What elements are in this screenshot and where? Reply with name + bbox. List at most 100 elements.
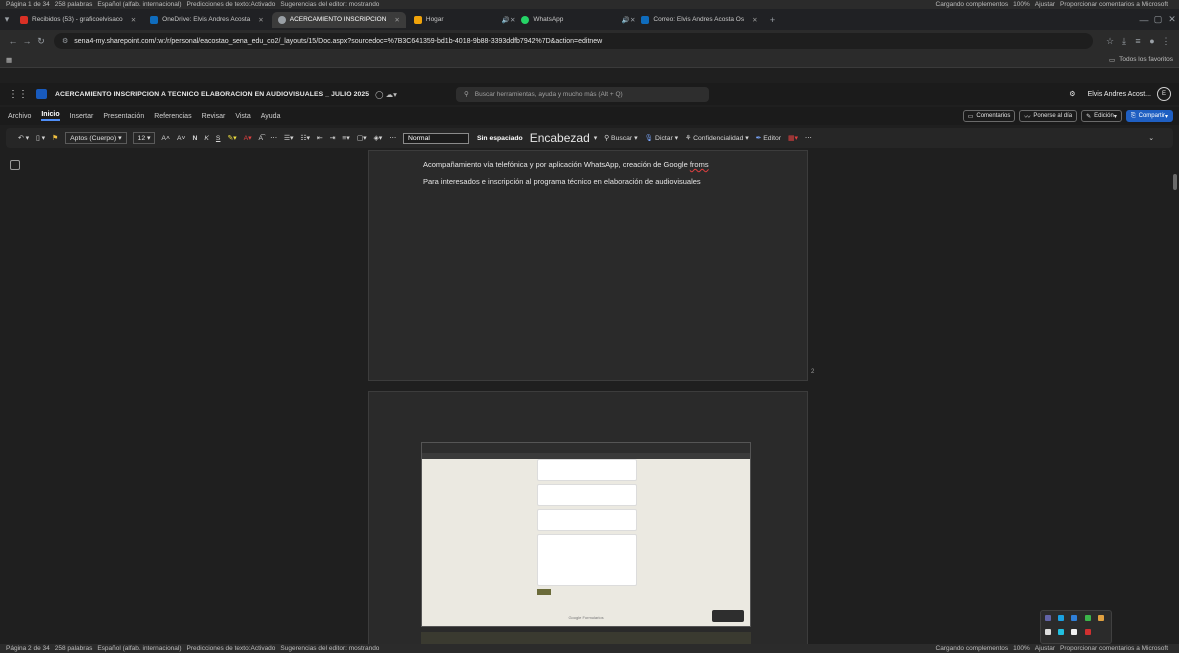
editor-suggestions-status[interactable]: Sugerencias del editor: mostrando [280, 1, 379, 8]
text-predictions-status[interactable]: Predicciones de texto:Activado [187, 645, 276, 652]
more-icon[interactable]: ⋯ [270, 134, 277, 142]
zoom-level[interactable]: 100% [1013, 645, 1030, 652]
word-count[interactable]: 258 palabras [55, 1, 93, 8]
close-icon[interactable]: ✕ [394, 16, 399, 24]
forward-button[interactable]: → [20, 36, 34, 46]
numbering-icon[interactable]: ☷▾ [300, 134, 310, 142]
tab-gmail[interactable]: Recibidos (53) - graficoelvisaco ✕ [14, 12, 142, 28]
shading-icon[interactable]: ◈▾ [374, 134, 383, 142]
maximize-button[interactable]: ▢ [1151, 14, 1165, 25]
close-icon[interactable]: ✕ [131, 16, 136, 24]
page-count[interactable]: Página 2 de 34 [6, 645, 50, 652]
window-close-button[interactable]: ✕ [1165, 14, 1179, 25]
feedback-link[interactable]: Proporcionar comentarios a Microsoft [1060, 1, 1168, 8]
share-button[interactable]: ⎘ Compartir ▾ [1125, 110, 1173, 122]
app-icon[interactable] [1071, 629, 1078, 635]
increase-indent-icon[interactable]: ⇥ [330, 134, 336, 142]
misspelled-word[interactable]: froms [690, 160, 709, 169]
download-icon[interactable]: ⤓ [1117, 36, 1131, 47]
tab-insertar[interactable]: Insertar [70, 113, 94, 120]
search-box[interactable]: ⚲ Buscar herramientas, ayuda y mucho más… [456, 86, 709, 102]
browser-menu-icon[interactable]: ⋮ [1159, 36, 1173, 47]
editor-suggestions-status[interactable]: Sugerencias del editor: mostrando [280, 645, 379, 652]
tab-outlook[interactable]: 🔊✕ Correo: Elvis Andres Acosta Os ✕ [616, 12, 764, 28]
feedback-link[interactable]: Proporcionar comentarios a Microsoft [1060, 645, 1168, 652]
document-page-1[interactable]: Acompañamiento vía telefónica y por apli… [368, 150, 808, 381]
settings-gear-icon[interactable]: ⚙ [1069, 90, 1075, 98]
italic-icon[interactable]: K [204, 135, 209, 142]
saved-status-icon[interactable]: ◯ ☁▾ [375, 90, 397, 99]
all-favorites-link[interactable]: Todos los favoritos [1119, 56, 1173, 63]
app-icon[interactable] [1098, 629, 1104, 635]
document-line-1[interactable]: Acompañamiento vía telefónica y por apli… [423, 160, 709, 169]
app-icon[interactable] [1084, 629, 1091, 635]
style-no-spacing[interactable]: Sin espaciado [477, 135, 523, 142]
tab-referencias[interactable]: Referencias [154, 113, 191, 120]
paste-icon[interactable]: ▯ ▾ [36, 134, 45, 142]
site-info-icon[interactable]: ⚙ [62, 37, 68, 45]
grow-font-icon[interactable]: A˄ [161, 135, 170, 142]
comments-button[interactable]: ▭ Comentarios [962, 110, 1016, 122]
document-title[interactable]: ACERCAMIENTO INSCRIPCION A TECNICO ELABO… [55, 91, 369, 98]
zoom-level[interactable]: 100% [1013, 1, 1030, 8]
sensitivity-button[interactable]: ⚘ Confidencialidad ▾ [685, 134, 749, 142]
highlight-icon[interactable]: ✎▾ [227, 134, 236, 142]
app-icon[interactable] [1084, 615, 1091, 621]
fit-button[interactable]: Ajustar [1035, 1, 1055, 8]
find-button[interactable]: ⚲ Buscar ▾ [604, 134, 637, 142]
apps-grid-icon[interactable]: ▦ [6, 56, 12, 64]
app-icon[interactable] [1058, 629, 1065, 635]
user-name[interactable]: Elvis Andres Acost... [1088, 91, 1151, 98]
language-status[interactable]: Español (alfab. internacional) [97, 645, 181, 652]
scrollbar[interactable] [1173, 174, 1177, 190]
app-launcher-icon[interactable]: ⋮⋮ [8, 89, 28, 100]
app-icon[interactable] [1045, 629, 1051, 635]
tab-list-icon[interactable]: ▾ [0, 14, 14, 25]
undo-icon[interactable]: ↶ ▾ [18, 134, 29, 142]
tab-archivo[interactable]: Archivo [8, 113, 31, 120]
tab-presentacion[interactable]: Presentación [103, 113, 144, 120]
new-tab-button[interactable]: + [766, 15, 780, 25]
back-button[interactable]: ← [6, 36, 20, 46]
bold-icon[interactable]: N [192, 135, 197, 142]
app-icon[interactable] [1058, 615, 1065, 621]
style-normal[interactable]: Normal [402, 132, 469, 144]
teams-icon[interactable] [1045, 615, 1051, 621]
tab-hogar[interactable]: Hogar [408, 12, 494, 28]
shrink-font-icon[interactable]: A˅ [177, 135, 186, 142]
editing-mode-button[interactable]: ✎ Edición ▾ [1081, 110, 1122, 122]
text-predictions-status[interactable]: Predicciones de texto:Activado [187, 1, 276, 8]
document-page-2[interactable]: Google Formularios [368, 391, 808, 646]
language-status[interactable]: Español (alfab. internacional) [97, 1, 181, 8]
editor-button[interactable]: ✒ Editor [756, 134, 781, 142]
audio-icon[interactable]: 🔊✕ [502, 16, 516, 24]
style-heading[interactable]: Encabezad [530, 131, 590, 145]
format-painter-icon[interactable]: ⚑ [52, 134, 58, 142]
font-family-select[interactable]: Aptos (Cuerpo) ▾ [65, 132, 127, 144]
document-line-2[interactable]: Para interesados e inscripción al progra… [423, 177, 701, 186]
tab-revisar[interactable]: Revisar [202, 113, 226, 120]
minimize-button[interactable]: — [1137, 15, 1151, 25]
navigation-pane-icon[interactable] [10, 160, 20, 170]
close-icon[interactable]: ✕ [258, 16, 263, 24]
tab-vista[interactable]: Vista [235, 113, 250, 120]
tab-inicio[interactable]: Inicio [41, 111, 60, 121]
catch-up-button[interactable]: 〰 Ponerse al día [1019, 110, 1078, 122]
profile-icon[interactable]: ● [1145, 36, 1159, 46]
dictate-button[interactable]: 🎙 Dictar ▾ [645, 134, 679, 142]
collapse-ribbon-icon[interactable]: ⌄ [1148, 134, 1154, 142]
more-paragraph-icon[interactable]: ⋯ [389, 134, 396, 142]
reload-button[interactable]: ↻ [34, 36, 48, 47]
embedded-screenshot-2[interactable] [421, 632, 751, 644]
more-options-icon[interactable]: ⋯ [805, 134, 812, 142]
tab-ayuda[interactable]: Ayuda [261, 113, 281, 120]
avatar[interactable]: E [1157, 87, 1171, 101]
tab-onedrive[interactable]: OneDrive: Elvis Andres Acosta ✕ [144, 12, 270, 28]
fit-button[interactable]: Ajustar [1035, 645, 1055, 652]
url-input[interactable]: ⚙ sena4-my.sharepoint.com/:w:/r/personal… [54, 33, 1093, 49]
decrease-indent-icon[interactable]: ⇤ [317, 134, 323, 142]
font-color-icon[interactable]: A▾ [244, 134, 252, 142]
page-count[interactable]: Página 1 de 34 [6, 1, 50, 8]
tab-whatsapp[interactable]: 🔊✕ WhatsApp [496, 12, 614, 28]
bluetooth-icon[interactable] [1071, 615, 1078, 621]
